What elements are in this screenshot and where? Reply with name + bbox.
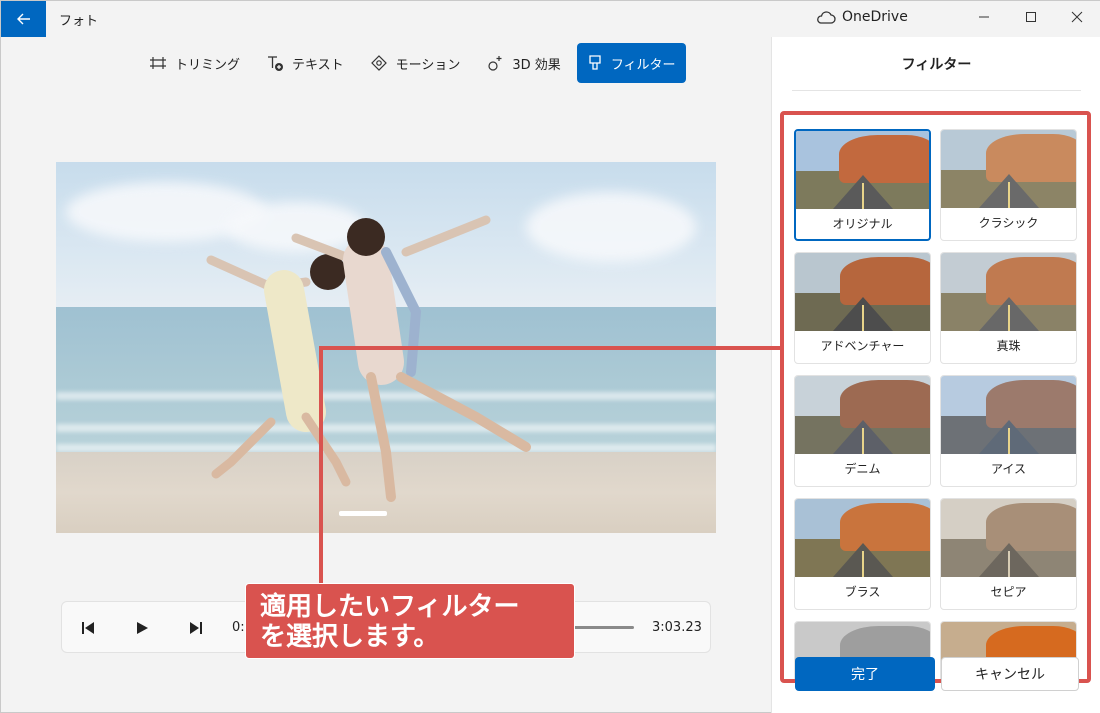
filters-highlight-frame: オリジナル クラシック アドベンチャー 真珠 デニム アイス ブラス セピア — [780, 111, 1091, 683]
back-arrow-icon — [16, 13, 30, 25]
previous-frame-button[interactable] — [78, 618, 98, 638]
filter-card-pearl[interactable]: 真珠 — [940, 252, 1077, 364]
filter-thumbnail — [795, 376, 930, 454]
maximize-button[interactable] — [1008, 1, 1054, 33]
filter-card-sepia[interactable]: セピア — [940, 498, 1077, 610]
filter-thumbnail — [795, 499, 930, 577]
callout-connector-horizontal — [319, 346, 781, 350]
filter-card-classic[interactable]: クラシック — [940, 129, 1077, 241]
filter-thumbnail — [795, 253, 930, 331]
filter-label: ブラス — [844, 585, 881, 599]
onedrive-label: OneDrive — [842, 9, 908, 25]
seek-track[interactable] — [574, 626, 634, 629]
filter-thumbnail — [941, 253, 1076, 331]
tool-text-label: テキスト — [292, 57, 344, 73]
edit-toolbar: トリミング テキスト モーション 3D 効果 フィルター — [139, 43, 686, 83]
onedrive-status[interactable]: OneDrive — [816, 9, 908, 25]
instruction-callout: 適用したいフィルター を選択します。 — [245, 583, 575, 659]
tool-3d-effects-label: 3D 効果 — [512, 57, 561, 73]
close-icon — [1071, 11, 1083, 23]
filter-label: アイス — [990, 462, 1027, 476]
tool-filter[interactable]: フィルター — [576, 43, 686, 83]
callout-connector-vertical — [319, 346, 323, 586]
callout-line-1: 適用したいフィルター — [260, 592, 520, 622]
play-icon — [137, 622, 148, 634]
filter-thumbnail — [941, 130, 1076, 208]
play-button[interactable] — [132, 618, 152, 638]
step-forward-icon — [190, 622, 202, 634]
panel-title: フィルター — [901, 57, 972, 73]
filter-card-adventure[interactable]: アドベンチャー — [794, 252, 931, 364]
filter-thumbnail — [796, 131, 929, 209]
filter-card-brass[interactable]: ブラス — [794, 498, 931, 610]
filter-label: セピア — [990, 585, 1027, 599]
motion-icon — [370, 55, 387, 71]
filter-label: デニム — [844, 462, 881, 476]
close-button[interactable] — [1054, 1, 1100, 33]
filter-thumbnail — [941, 376, 1076, 454]
tool-text[interactable]: テキスト — [256, 43, 354, 83]
tool-crop-label: トリミング — [175, 57, 241, 73]
back-button[interactable] — [1, 1, 46, 37]
filter-label: アドベンチャー — [820, 339, 905, 353]
filter-label: クラシック — [978, 216, 1039, 230]
app-title: フォト — [59, 14, 99, 29]
current-time: 0: — [232, 620, 245, 635]
sparkle-3d-icon — [488, 56, 502, 71]
filter-card-original[interactable]: オリジナル — [794, 129, 931, 241]
filter-card-denim[interactable]: デニム — [794, 375, 931, 487]
panel-divider — [792, 90, 1081, 91]
tool-filter-label: フィルター — [610, 57, 676, 73]
preview-progress-indicator — [339, 511, 387, 516]
minimize-button[interactable] — [961, 1, 1007, 33]
filter-label: オリジナル — [832, 217, 893, 231]
title-bar: フォト OneDrive — [1, 1, 1100, 37]
done-button[interactable]: 完了 — [795, 657, 935, 691]
text-add-icon — [268, 56, 284, 71]
tool-crop[interactable]: トリミング — [139, 43, 250, 83]
callout-line-2: を選択します。 — [260, 622, 440, 652]
cancel-button[interactable]: キャンセル — [941, 657, 1079, 691]
filter-thumbnail — [941, 499, 1076, 577]
total-time: 3:03.23 — [652, 620, 702, 635]
tool-motion[interactable]: モーション — [360, 43, 471, 83]
tool-3d-effects[interactable]: 3D 効果 — [476, 43, 570, 83]
filter-panel: フィルター オリジナル クラシック アドベンチャー 真珠 デニム アイス ブラス… — [771, 37, 1100, 713]
step-back-icon — [82, 622, 94, 634]
crop-icon — [150, 57, 166, 69]
photos-window: フォト OneDrive トリミング テキスト モーション 3D 効果 フィルタ… — [0, 0, 1100, 713]
maximize-icon — [1026, 12, 1036, 22]
cloud-icon — [817, 11, 836, 24]
tool-motion-label: モーション — [395, 57, 461, 73]
filter-card-ice[interactable]: アイス — [940, 375, 1077, 487]
next-frame-button[interactable] — [186, 618, 206, 638]
minimize-icon — [979, 16, 989, 18]
filter-label: 真珠 — [996, 339, 1021, 353]
filter-brush-icon — [589, 55, 601, 70]
